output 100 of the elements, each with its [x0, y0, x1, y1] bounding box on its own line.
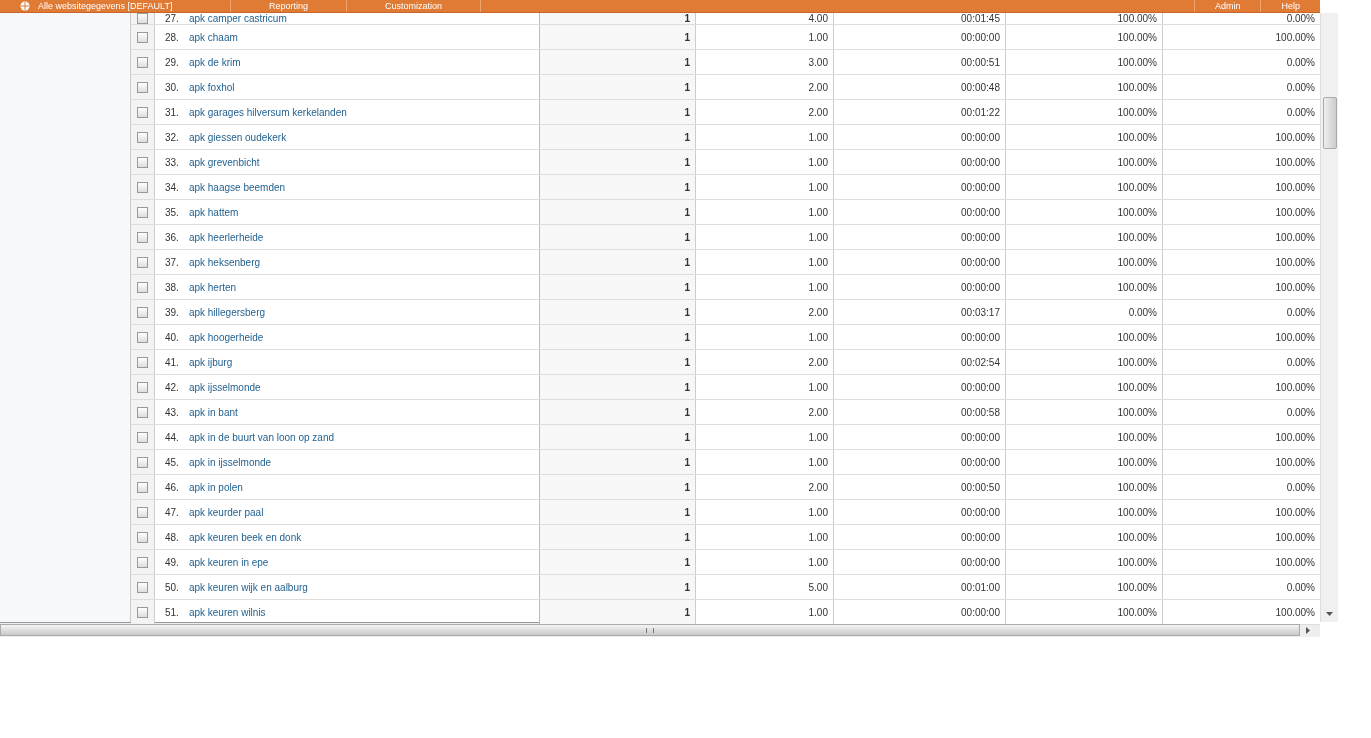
row-checkbox[interactable]	[137, 331, 148, 343]
row-number: 36.	[165, 231, 179, 243]
table-cell: 1	[540, 225, 696, 249]
row-checkbox[interactable]	[137, 81, 148, 93]
row-number: 37.	[165, 256, 179, 268]
keyword-link[interactable]: apk in polen	[188, 481, 243, 493]
row-checkbox[interactable]	[137, 606, 148, 618]
table-cell: 1	[540, 550, 696, 574]
scrollbar-thumb[interactable]	[1323, 97, 1337, 149]
keyword-link[interactable]: apk heksenberg	[188, 256, 261, 268]
table-cell: 1	[540, 150, 696, 174]
keyword-link[interactable]: apk ijburg	[188, 356, 233, 368]
keyword-link[interactable]: apk in de buurt van loon op zand	[188, 431, 334, 443]
row-number: 49.	[165, 556, 179, 568]
row-number: 28.	[165, 31, 179, 43]
row-number: 51.	[165, 606, 179, 618]
keyword-link[interactable]: apk herten	[188, 281, 237, 293]
keyword-link[interactable]: apk camper castricum	[188, 13, 287, 24]
keyword-link[interactable]: apk hillegersberg	[188, 306, 266, 318]
keyword-link[interactable]: apk hoogerheide	[188, 331, 264, 343]
table-cell: 1	[540, 100, 696, 124]
table-cell: 1	[540, 325, 696, 349]
keyword-link[interactable]: apk grevenbicht	[188, 156, 260, 168]
row-checkbox[interactable]	[137, 356, 148, 368]
scroll-right-icon[interactable]	[1306, 626, 1310, 634]
keyword-link[interactable]: apk garages hilversum kerkelanden	[188, 106, 347, 118]
table-cell: 1	[540, 13, 696, 24]
row-number: 40.	[165, 331, 179, 343]
row-checkbox[interactable]	[137, 206, 148, 218]
keyword-link[interactable]: apk chaam	[188, 31, 238, 43]
row-checkbox[interactable]	[137, 156, 148, 168]
row-number: 39.	[165, 306, 179, 318]
row-number: 35.	[165, 206, 179, 218]
keyword-link[interactable]: apk keuren wijk en aalburg	[188, 581, 308, 593]
keyword-link[interactable]: apk giessen oudekerk	[188, 131, 287, 143]
row-checkbox[interactable]	[137, 406, 148, 418]
row-number: 44.	[165, 431, 179, 443]
table-cell: 1	[540, 350, 696, 374]
row-checkbox[interactable]	[137, 306, 148, 318]
row-checkbox[interactable]	[137, 13, 148, 24]
keyword-link[interactable]: apk keuren beek en donk	[188, 531, 302, 543]
row-checkbox[interactable]	[137, 231, 148, 243]
row-checkbox[interactable]	[137, 281, 148, 293]
row-checkbox[interactable]	[137, 131, 148, 143]
keyword-link[interactable]: apk heerlerheide	[188, 231, 264, 243]
table-cell: 1.00	[696, 600, 834, 624]
row-number: 31.	[165, 106, 179, 118]
row-number: 50.	[165, 581, 179, 593]
table-cell: 1	[540, 75, 696, 99]
row-checkbox[interactable]	[137, 31, 148, 43]
scrollbar-thumb[interactable]	[0, 624, 1300, 636]
table-cell: 1	[540, 125, 696, 149]
row-number: 45.	[165, 456, 179, 468]
row-checkbox[interactable]	[137, 481, 148, 493]
table-cell: 1	[540, 450, 696, 474]
row-number: 47.	[165, 506, 179, 518]
row-checkbox[interactable]	[137, 431, 148, 443]
table-cell: 1	[540, 525, 696, 549]
row-checkbox[interactable]	[137, 506, 148, 518]
table-cell: 1	[540, 400, 696, 424]
keyword-link[interactable]: apk keurder paal	[188, 506, 264, 518]
row-number: 48.	[165, 531, 179, 543]
row-checkbox[interactable]	[137, 556, 148, 568]
table-cell: 1	[540, 375, 696, 399]
row-number: 46.	[165, 481, 179, 493]
table-cell: 1	[540, 300, 696, 324]
keyword-link[interactable]: apk ijsselmonde	[188, 381, 261, 393]
table-cell: 1	[540, 575, 696, 599]
keyword-link[interactable]: apk hattem	[188, 206, 239, 218]
table-cell: 1	[540, 50, 696, 74]
row-checkbox[interactable]	[137, 181, 148, 193]
table-cell: 1	[540, 275, 696, 299]
keyword-link[interactable]: apk keuren wilnis	[188, 606, 266, 618]
keyword-link[interactable]: apk foxhol	[188, 81, 235, 93]
row-checkbox[interactable]	[137, 581, 148, 593]
keyword-link[interactable]: apk in bant	[188, 406, 238, 418]
keyword-link[interactable]: apk keuren in epe	[188, 556, 269, 568]
table-cell: 1	[540, 475, 696, 499]
scroll-down-icon[interactable]	[1326, 612, 1333, 616]
row-checkbox[interactable]	[137, 531, 148, 543]
row-checkbox[interactable]	[137, 456, 148, 468]
keyword-link[interactable]: apk de krim	[188, 56, 241, 68]
row-number: 43.	[165, 406, 179, 418]
table-cell: 1	[540, 250, 696, 274]
row-checkbox[interactable]	[137, 56, 148, 68]
row-number: 41.	[165, 356, 179, 368]
horizontal-scrollbar[interactable]	[0, 622, 1320, 637]
row-number: 27.	[165, 13, 179, 24]
row-number: 30.	[165, 81, 179, 93]
row-number: 32.	[165, 131, 179, 143]
vertical-scrollbar[interactable]	[1320, 13, 1338, 622]
row-number: 29.	[165, 56, 179, 68]
keyword-link[interactable]: apk in ijsselmonde	[188, 456, 272, 468]
table-cell: 1	[540, 600, 696, 624]
row-checkbox[interactable]	[137, 381, 148, 393]
table-cell: 1	[540, 25, 696, 49]
row-number: 34.	[165, 181, 179, 193]
row-checkbox[interactable]	[137, 106, 148, 118]
keyword-link[interactable]: apk haagse beemden	[188, 181, 286, 193]
row-checkbox[interactable]	[137, 256, 148, 268]
